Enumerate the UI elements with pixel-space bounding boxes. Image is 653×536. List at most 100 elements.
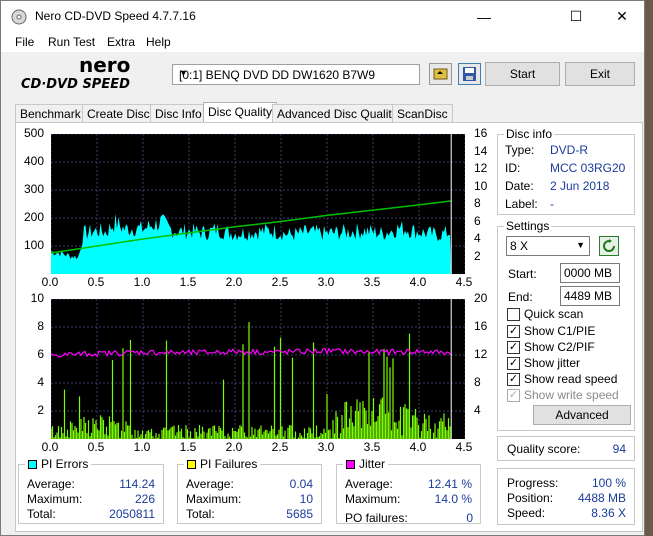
- disc-date-value: 2 Jun 2018: [550, 179, 610, 193]
- show-write-speed-label: Show write speed: [524, 388, 619, 402]
- eject-icon: [433, 68, 448, 80]
- jitter-label: Jitter: [359, 457, 386, 471]
- settings-header: Settings: [504, 219, 552, 233]
- speed-label: Speed:: [507, 506, 546, 520]
- menu-run-test[interactable]: Run Test: [48, 35, 95, 49]
- pi-failures-label: PI Failures: [200, 457, 258, 471]
- x-tick-label: 3.0: [317, 275, 335, 289]
- advanced-button[interactable]: Advanced: [533, 405, 631, 425]
- disc-info-header: Disc info: [504, 127, 555, 141]
- jitter-maximum: 14.0 %: [434, 492, 472, 506]
- tab-create-disc[interactable]: Create Disc: [82, 104, 155, 123]
- y-right-tick-label: 4: [474, 403, 481, 417]
- disc-label-label: Label:: [505, 197, 538, 211]
- x-tick-label: 0.0: [41, 275, 59, 289]
- title-bar: Nero CD-DVD Speed 4.7.7.16 — ☐ ✕: [1, 1, 644, 32]
- pi-failures-total-label: Total:: [186, 507, 215, 521]
- checkbox-box: [507, 307, 520, 321]
- x-tick-label: 4.5: [455, 440, 473, 454]
- progress-label: Progress:: [507, 476, 559, 490]
- pi-errors-stats: PI Errors Average: 114.24 Maximum: 226 T…: [18, 457, 164, 524]
- y-left-tick-label: 300: [23, 182, 44, 196]
- x-tick-label: 1.0: [133, 440, 151, 454]
- pi-errors-average: 114.24: [119, 477, 155, 491]
- menu-help[interactable]: Help: [146, 35, 171, 49]
- disc-date-label: Date:: [505, 179, 534, 193]
- pi-errors-swatch: [28, 459, 37, 469]
- y-right-tick-label: 12: [474, 347, 488, 361]
- disc-info-group: Disc info Type: DVD-R ID: MCC 03RG20 Dat…: [497, 127, 635, 215]
- show-read-speed-checkbox[interactable]: ✓ Show read speed: [507, 372, 617, 386]
- pi-failures-stats: PI Failures Average: 0.04 Maximum: 10 To…: [177, 457, 322, 524]
- show-c2-checkbox[interactable]: ✓ Show C2/PIF: [507, 340, 595, 354]
- pi-failures-maximum: 10: [299, 492, 313, 506]
- pi-errors-chart: [51, 134, 465, 274]
- y-right-tick-label: 12: [474, 161, 488, 175]
- exit-button[interactable]: Exit: [565, 62, 635, 86]
- quick-scan-checkbox[interactable]: Quick scan: [507, 307, 583, 321]
- show-read-speed-label: Show read speed: [524, 372, 618, 386]
- po-failures-label: PO failures:: [345, 511, 408, 525]
- menu-file[interactable]: File: [15, 35, 34, 49]
- tab-disc-quality[interactable]: Disc Quality: [203, 102, 278, 124]
- show-jitter-label: Show jitter: [524, 356, 581, 370]
- refresh-speed-button[interactable]: [599, 236, 619, 256]
- x-tick-label: 0.0: [41, 440, 59, 454]
- y-left-tick-label: 6: [37, 347, 44, 361]
- x-tick-label: 2.0: [225, 440, 243, 454]
- app-window: Nero CD-DVD Speed 4.7.7.16 — ☐ ✕ File Ru…: [0, 0, 645, 536]
- nero-logo: nero CD·DVD SPEED: [21, 55, 130, 91]
- show-c1-label: Show C1/PIE: [524, 324, 596, 338]
- speed-select-value: 8 X: [510, 239, 529, 253]
- end-label: End:: [508, 290, 533, 304]
- end-input[interactable]: 4489 MB: [560, 286, 620, 306]
- speed-select[interactable]: 8 X ▼: [506, 236, 590, 256]
- tab-benchmark[interactable]: Benchmark: [15, 104, 86, 123]
- quick-scan-label: Quick scan: [524, 307, 584, 321]
- pi-errors-total-label: Total:: [27, 507, 56, 521]
- y-right-tick-label: 10: [474, 178, 488, 193]
- close-button[interactable]: ✕: [599, 1, 645, 32]
- tab-advanced-disc-quality[interactable]: Advanced Disc Quality: [272, 104, 403, 123]
- x-tick-label: 0.5: [87, 275, 105, 289]
- x-tick-label: 3.5: [363, 275, 381, 289]
- y-right-tick-label: 8: [474, 375, 481, 389]
- pi-errors-maximum: 226: [134, 492, 155, 506]
- quality-score-label: Quality score:: [507, 442, 581, 456]
- save-icon: [463, 67, 476, 81]
- y-right-tick-label: 14: [474, 143, 488, 158]
- x-tick-label: 1.5: [179, 275, 197, 289]
- show-jitter-checkbox[interactable]: ✓ Show jitter: [507, 356, 580, 370]
- save-button[interactable]: [458, 63, 481, 85]
- window-title: Nero CD-DVD Speed 4.7.7.16: [35, 9, 196, 23]
- x-tick-label: 2.5: [271, 440, 289, 454]
- minimize-button[interactable]: —: [461, 1, 507, 32]
- show-c1-checkbox[interactable]: ✓ Show C1/PIE: [507, 324, 595, 338]
- tab-scandisc[interactable]: ScanDisc: [392, 104, 453, 123]
- eject-button[interactable]: [429, 63, 452, 85]
- chevron-down-icon: ▼: [576, 240, 585, 250]
- chevron-down-icon: ▼: [179, 68, 188, 78]
- settings-group: Settings 8 X ▼ Start: 0000 MB End: 4489 …: [497, 219, 635, 431]
- drive-select[interactable]: [0:1] BENQ DVD DD DW1620 B7W9 ▼: [172, 64, 420, 85]
- x-tick-label: 4.5: [455, 275, 473, 289]
- start-input[interactable]: 0000 MB: [560, 263, 620, 283]
- menu-extra[interactable]: Extra: [107, 35, 135, 49]
- x-tick-label: 3.0: [317, 440, 335, 454]
- y-right-tick-label: 8: [474, 196, 481, 210]
- pi-failures-total: 5685: [286, 507, 313, 521]
- position-label: Position:: [507, 491, 554, 505]
- po-failures-value: 0: [466, 511, 473, 525]
- pi-failures-swatch: [187, 459, 196, 469]
- y-left-tick-label: 200: [23, 210, 44, 224]
- pi-errors-label: PI Errors: [41, 457, 89, 471]
- y-right-tick-label: 6: [474, 213, 481, 228]
- checkmark-icon: ✓: [507, 372, 520, 386]
- tab-disc-info[interactable]: Disc Info: [150, 104, 207, 123]
- x-tick-label: 4.0: [409, 275, 427, 289]
- jitter-maximum-label: Maximum:: [345, 492, 401, 506]
- start-button[interactable]: Start: [485, 62, 560, 86]
- maximize-button[interactable]: ☐: [553, 1, 599, 32]
- x-tick-label: 2.5: [271, 275, 289, 289]
- refresh-icon: [603, 239, 615, 252]
